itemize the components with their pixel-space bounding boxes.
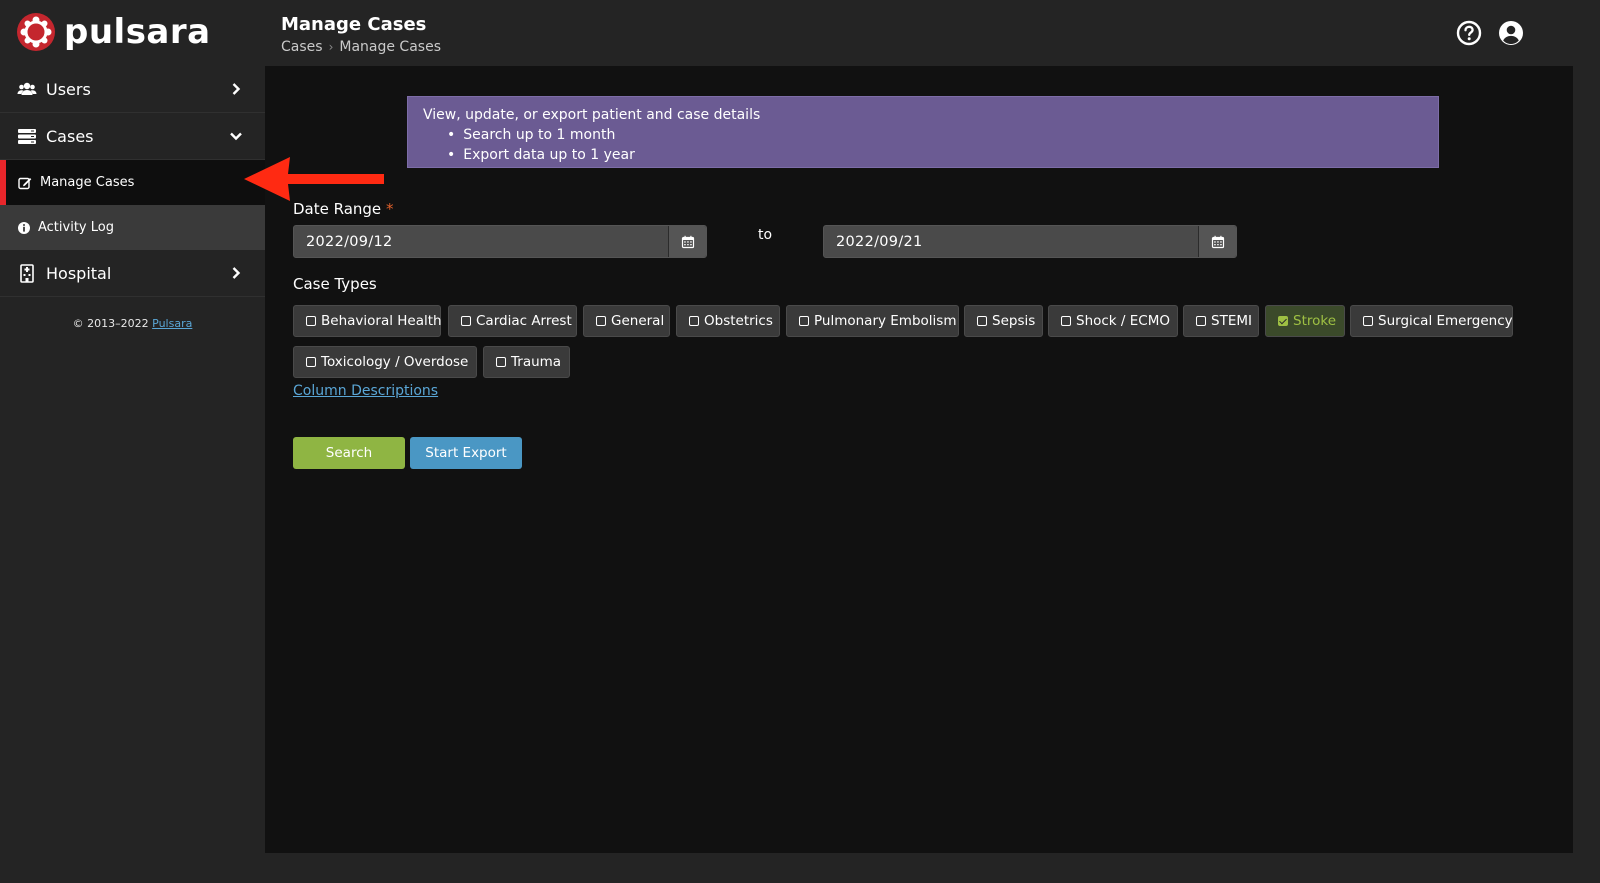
app-window: pulsara Manage Cases Cases › Manage Case…	[0, 0, 1600, 883]
case-type-pulmonary-embolism[interactable]: Pulmonary Embolism	[786, 305, 959, 337]
main-content: View, update, or export patient and case…	[265, 66, 1573, 853]
start-export-button[interactable]: Start Export	[410, 437, 522, 469]
sidebar-subitem-label: Manage Cases	[40, 175, 135, 190]
calendar-icon	[681, 235, 694, 248]
case-type-label: Surgical Emergency	[1378, 313, 1513, 329]
case-types-label: Case Types	[293, 275, 377, 293]
checkbox-icon	[596, 316, 606, 326]
info-icon	[18, 221, 30, 234]
sidebar-item-cases[interactable]: Cases	[0, 113, 265, 160]
checkbox-icon	[461, 316, 471, 326]
to-label: to	[758, 227, 773, 243]
calendar-icon	[1211, 235, 1224, 248]
end-date-value[interactable]: 2022/09/21	[824, 226, 1198, 257]
case-type-stroke[interactable]: Stroke	[1265, 305, 1345, 337]
info-banner-title: View, update, or export patient and case…	[423, 107, 761, 123]
sidebar-subitem-label: Activity Log	[38, 220, 114, 235]
copyright-text: © 2013–2022 Pulsara	[0, 317, 265, 330]
case-type-label: Sepsis	[992, 313, 1036, 329]
case-type-surgical-emergency[interactable]: Surgical Emergency	[1350, 305, 1513, 337]
pulsara-logo-icon	[17, 13, 55, 51]
pulsara-logo[interactable]: pulsara	[16, 12, 211, 52]
case-type-label: Trauma	[511, 354, 562, 370]
end-date-calendar-button[interactable]	[1198, 226, 1236, 257]
case-type-label: Stroke	[1293, 313, 1337, 329]
case-type-label: STEMI	[1211, 313, 1252, 329]
sidebar-item-label: Users	[46, 79, 91, 99]
users-icon	[17, 82, 37, 95]
account-icon[interactable]	[1498, 20, 1524, 46]
case-type-behavioral-health[interactable]: Behavioral Health	[293, 305, 442, 337]
start-date-calendar-button[interactable]	[668, 226, 706, 257]
start-date-field[interactable]: 2022/09/12	[293, 225, 707, 258]
case-type-label: Toxicology / Overdose	[321, 354, 469, 370]
case-type-general[interactable]: General	[583, 305, 670, 337]
pulsara-link[interactable]: Pulsara	[152, 317, 192, 330]
annotation-arrow-icon	[244, 157, 384, 201]
case-type-shock-ecmo[interactable]: Shock / ECMO	[1048, 305, 1178, 337]
case-type-cardiac-arrest[interactable]: Cardiac Arrest	[448, 305, 577, 337]
checkbox-icon	[1363, 316, 1373, 326]
checkbox-icon	[977, 316, 987, 326]
info-banner-bullet: Export data up to 1 year	[447, 145, 1423, 165]
sidebar-item-label: Cases	[46, 126, 94, 146]
sidebar-subitem-activity-log[interactable]: Activity Log	[0, 205, 265, 250]
info-banner-list: Search up to 1 month Export data up to 1…	[423, 125, 1423, 165]
checkbox-icon	[689, 316, 699, 326]
case-type-label: Cardiac Arrest	[476, 313, 572, 329]
checkbox-icon	[496, 357, 506, 367]
chevron-down-icon	[230, 132, 242, 141]
copyright-prefix: © 2013–2022	[72, 317, 149, 330]
logo-text: pulsara	[64, 12, 211, 52]
checkbox-checked-icon	[1278, 316, 1288, 326]
case-type-stemi[interactable]: STEMI	[1183, 305, 1259, 337]
edit-icon	[18, 177, 32, 189]
help-icon[interactable]	[1456, 20, 1482, 46]
breadcrumb-manage-cases: Manage Cases	[339, 39, 441, 55]
required-asterisk: *	[385, 200, 394, 218]
search-button[interactable]: Search	[293, 437, 405, 469]
checkbox-icon	[306, 357, 316, 367]
case-type-label: Shock / ECMO	[1076, 313, 1170, 329]
case-type-label: Obstetrics	[704, 313, 773, 329]
case-type-sepsis[interactable]: Sepsis	[964, 305, 1043, 337]
sidebar-item-users[interactable]: Users	[0, 66, 265, 113]
chevron-right-icon	[232, 83, 241, 95]
case-type-trauma[interactable]: Trauma	[483, 346, 570, 378]
page-title: Manage Cases	[281, 14, 427, 35]
checkbox-icon	[799, 316, 809, 326]
checkbox-icon	[1061, 316, 1071, 326]
case-type-obstetrics[interactable]: Obstetrics	[676, 305, 780, 337]
breadcrumb: Cases › Manage Cases	[281, 39, 441, 55]
breadcrumb-separator-icon: ›	[328, 40, 334, 54]
bottom-bar	[265, 853, 1573, 883]
sidebar-item-hospital[interactable]: Hospital	[0, 250, 265, 297]
case-type-toxicology-overdose[interactable]: Toxicology / Overdose	[293, 346, 477, 378]
sidebar-item-label: Hospital	[46, 263, 112, 283]
chevron-right-icon	[232, 267, 241, 279]
cases-icon	[18, 129, 36, 144]
case-type-label: Behavioral Health	[321, 313, 442, 329]
checkbox-icon	[306, 316, 316, 326]
case-type-label: General	[611, 313, 665, 329]
breadcrumb-cases[interactable]: Cases	[281, 39, 323, 55]
start-date-value[interactable]: 2022/09/12	[294, 226, 668, 257]
sidebar-subitem-manage-cases[interactable]: Manage Cases	[0, 160, 265, 205]
info-banner-bullet: Search up to 1 month	[447, 125, 1423, 145]
end-date-field[interactable]: 2022/09/21	[823, 225, 1237, 258]
info-banner: View, update, or export patient and case…	[407, 96, 1439, 168]
sidebar: Users Cases Manage Cases Activity Log Ho…	[0, 66, 265, 883]
hospital-icon	[20, 264, 34, 283]
case-type-label: Pulmonary Embolism	[814, 313, 957, 329]
checkbox-icon	[1196, 316, 1206, 326]
column-descriptions-link[interactable]: Column Descriptions	[293, 383, 438, 399]
